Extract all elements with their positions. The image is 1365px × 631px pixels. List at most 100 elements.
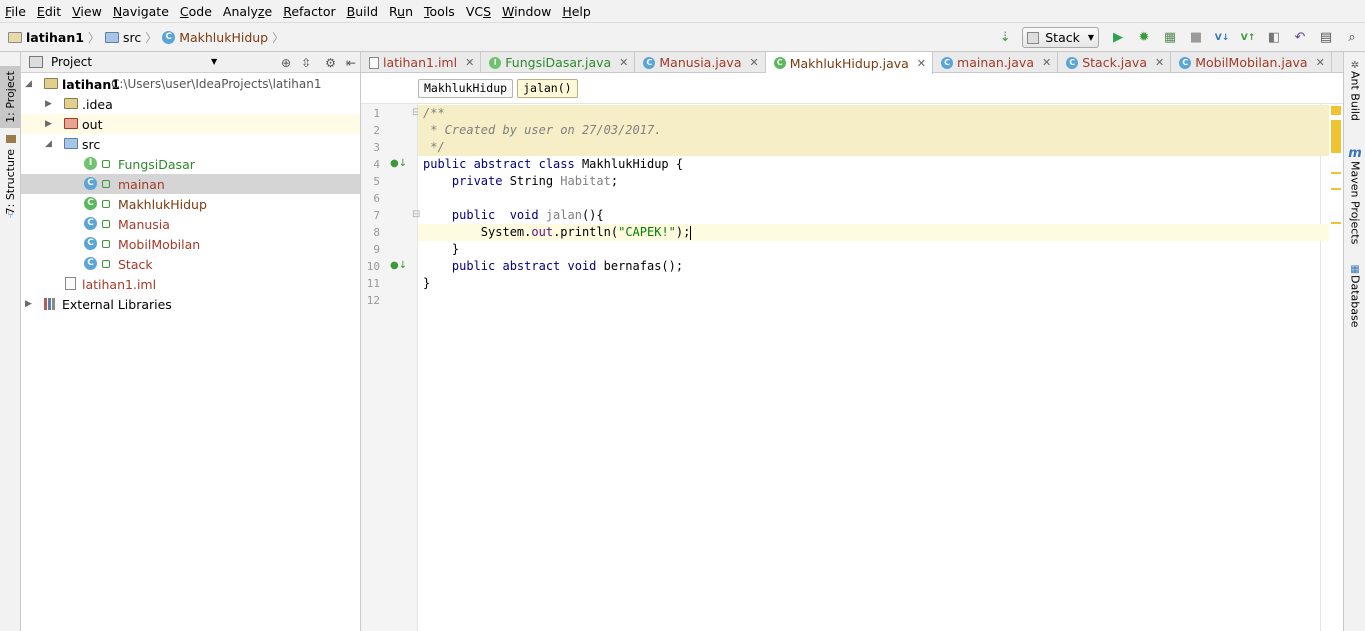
tree-row-out[interactable]: ▶ out: [21, 114, 360, 134]
breadcrumb-class-makhlukhidup[interactable]: MakhlukHidup: [418, 79, 513, 98]
menu-view[interactable]: View: [67, 0, 108, 23]
vcs-update-icon[interactable]: V↓: [1211, 27, 1233, 49]
scroll-from-source-icon[interactable]: ⊕: [281, 56, 291, 70]
tab-makhlukhidup[interactable]: C MakhlukHidup.java ✕: [766, 52, 933, 74]
run-with-coverage-icon[interactable]: ▦: [1159, 27, 1181, 49]
menu-vcs[interactable]: VCS: [461, 0, 497, 23]
tab-mobilmobilan[interactable]: C MobilMobilan.java ✕: [1171, 52, 1332, 73]
code-editor[interactable]: 1 2 3 4 5 6 7 8 9 10 11 12 ●↓ ●↓ ⊟ ⊟ /**…: [361, 104, 1343, 631]
lock-icon: [102, 180, 110, 188]
menu-edit[interactable]: Edit: [32, 0, 67, 23]
tab-fungsidasar[interactable]: I FungsiDasar.java ✕: [481, 52, 635, 73]
settings-gear-icon[interactable]: ⚙: [325, 56, 336, 70]
implemented-gutter-icon[interactable]: ●↓: [390, 260, 407, 271]
run-icon[interactable]: ▶: [1107, 27, 1129, 49]
collapse-all-icon[interactable]: ⇳: [301, 56, 311, 70]
tree-row-mainan[interactable]: C mainan: [21, 174, 360, 194]
breadcrumb-method-jalan[interactable]: jalan(): [517, 79, 577, 98]
warning-marker[interactable]: [1331, 222, 1341, 224]
warning-marker[interactable]: [1331, 120, 1341, 153]
project-structure-icon[interactable]: ▤: [1315, 27, 1337, 49]
stop-icon[interactable]: ■: [1185, 27, 1207, 49]
collapsed-arrow-icon[interactable]: ▶: [45, 99, 52, 109]
close-icon[interactable]: ✕: [917, 57, 926, 70]
menu-tools[interactable]: Tools: [419, 0, 461, 23]
tree-row-fungsidasar[interactable]: I FungsiDasar: [21, 154, 360, 174]
make-project-icon[interactable]: ⇣: [994, 27, 1016, 49]
warning-marker[interactable]: [1331, 106, 1341, 115]
menu-navigate[interactable]: Navigate: [108, 0, 175, 23]
menu-code[interactable]: Code: [175, 0, 218, 23]
close-icon[interactable]: ✕: [465, 56, 474, 69]
tab-ant-build[interactable]: ✲ Ant Build: [1344, 60, 1365, 121]
tab-maven-projects[interactable]: m Maven Projects: [1344, 146, 1365, 244]
tree-row-idea[interactable]: ▶ .idea: [21, 94, 360, 114]
warning-marker[interactable]: [1331, 172, 1341, 174]
database-icon: ▦: [1350, 264, 1359, 275]
menu-build[interactable]: Build: [342, 0, 384, 23]
tab-manusia[interactable]: C Manusia.java ✕: [635, 52, 765, 73]
interface-icon: I: [489, 57, 501, 69]
warning-marker[interactable]: [1331, 188, 1341, 190]
debug-icon[interactable]: ✹: [1133, 27, 1155, 49]
tree-row-stack[interactable]: C Stack: [21, 254, 360, 274]
menu-file[interactable]: File: [0, 0, 32, 23]
dropdown-arrow-icon[interactable]: ▼: [211, 57, 217, 66]
class-icon: C: [1179, 57, 1191, 69]
tab-database[interactable]: ▦ Database: [1344, 264, 1365, 328]
menu-window[interactable]: Window: [497, 0, 557, 23]
vcs-commit-icon[interactable]: V↑: [1237, 27, 1259, 49]
menu-analyze[interactable]: Analyze: [218, 0, 278, 23]
breadcrumb-project[interactable]: latihan1 〉: [0, 23, 105, 52]
tab-project-tool-window[interactable]: 1: Project: [0, 66, 21, 128]
error-stripe[interactable]: [1329, 104, 1343, 631]
expanded-arrow-icon[interactable]: ◢: [25, 79, 32, 89]
chevron-right-icon: 〉: [145, 29, 157, 46]
menu-refactor[interactable]: Refactor: [278, 0, 341, 23]
close-icon[interactable]: ✕: [1155, 56, 1164, 69]
menu-run[interactable]: Run: [384, 0, 419, 23]
source-folder-icon: [64, 138, 78, 149]
tab-latihan1-iml[interactable]: latihan1.iml ✕: [361, 52, 481, 73]
left-tool-window-strip: 1: Project 7: Structure ⑂: [0, 52, 21, 631]
run-configuration-select[interactable]: Stack ▼: [1022, 27, 1099, 48]
revert-icon[interactable]: ↶: [1289, 27, 1311, 49]
search-everywhere-icon[interactable]: ⌕: [1341, 27, 1363, 49]
hide-panel-icon[interactable]: ⇤: [346, 56, 356, 70]
right-tool-window-strip: ✲ Ant Build m Maven Projects ▦ Database: [1343, 52, 1365, 631]
tab-mainan[interactable]: C mainan.java ✕: [933, 52, 1058, 73]
editor-breadcrumbs: MakhlukHidup jalan(): [361, 73, 1343, 104]
collapsed-arrow-icon[interactable]: ▶: [25, 299, 32, 309]
close-icon[interactable]: ✕: [1042, 56, 1051, 69]
tree-row-makhlukhidup[interactable]: C MakhlukHidup: [21, 194, 360, 214]
navigation-bar: latihan1 〉 src 〉 C MakhlukHidup 〉 ⇣ Stac…: [0, 23, 1365, 52]
code-line: public abstract void bernafas();: [418, 258, 1343, 275]
collapsed-arrow-icon[interactable]: ▶: [45, 119, 52, 129]
tree-row-mobilmobilan[interactable]: C MobilMobilan: [21, 234, 360, 254]
close-icon[interactable]: ✕: [750, 56, 759, 69]
tree-row-root[interactable]: ◢ latihan1 C:\Users\user\IdeaProjects\la…: [21, 74, 360, 94]
tree-row-manusia[interactable]: C Manusia: [21, 214, 360, 234]
close-icon[interactable]: ✕: [619, 56, 628, 69]
code-text[interactable]: /** * Created by user on 27/03/2017. */ …: [418, 104, 1343, 631]
tab-stack[interactable]: C Stack.java ✕: [1058, 52, 1171, 73]
expanded-arrow-icon[interactable]: ◢: [45, 139, 52, 149]
project-view-select[interactable]: Project: [51, 55, 92, 69]
code-line: * Created by user on 27/03/2017.: [418, 122, 1343, 139]
tree-row-src[interactable]: ◢ src: [21, 134, 360, 154]
breadcrumb-src[interactable]: src 〉: [105, 23, 162, 52]
tab-structure-tool-window[interactable]: 7: Structure: [0, 152, 21, 212]
close-icon[interactable]: ✕: [1316, 56, 1325, 69]
tree-row-iml[interactable]: latihan1.iml: [21, 274, 360, 294]
breadcrumb-class[interactable]: C MakhlukHidup 〉: [162, 23, 289, 52]
line-number-gutter[interactable]: 1 2 3 4 5 6 7 8 9 10 11 12 ●↓ ●↓ ⊟ ⊟: [361, 104, 418, 631]
project-panel-tools: ⊕ ⇳ ⚙ ⇤: [271, 52, 356, 73]
code-line: /**: [418, 105, 1343, 122]
compare-icon[interactable]: ◧: [1263, 27, 1285, 49]
lock-icon: [102, 240, 110, 248]
menu-help[interactable]: Help: [557, 0, 597, 23]
class-icon: C: [1066, 57, 1078, 69]
tree-row-external-libraries[interactable]: ▶ External Libraries: [21, 294, 360, 314]
implemented-gutter-icon[interactable]: ●↓: [390, 158, 407, 169]
line-number: 12: [361, 294, 380, 307]
